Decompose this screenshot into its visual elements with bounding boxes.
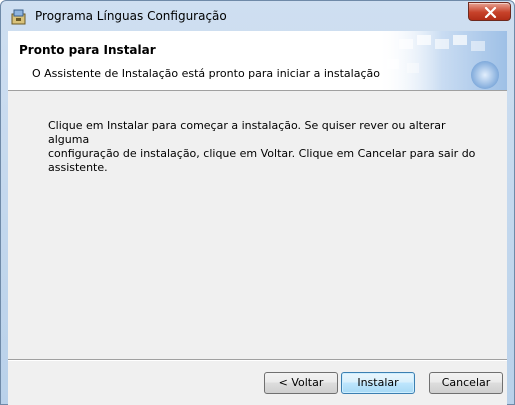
window-title: Programa Línguas Configuração [35, 9, 227, 23]
page-subtitle: O Assistente de Instalação está pronto p… [32, 67, 380, 80]
instructions-text: Clique em Instalar para começar a instal… [48, 119, 488, 175]
close-button[interactable] [468, 2, 511, 21]
banner-decoration-graphic [377, 31, 507, 90]
installer-window: Programa Línguas Configuração Pronto par… [0, 0, 515, 405]
back-button[interactable]: < Voltar [264, 372, 338, 394]
dialog-client-area: Pronto para Instalar O Assistente de Ins… [8, 31, 507, 405]
title-bar[interactable]: Programa Línguas Configuração [1, 1, 514, 31]
installer-app-icon [10, 8, 27, 25]
instructions-line-1: Clique em Instalar para começar a instal… [48, 119, 446, 146]
install-button[interactable]: Instalar [341, 372, 415, 394]
instructions-line-2: configuração de instalação, clique em Vo… [48, 147, 476, 174]
cancel-button[interactable]: Cancelar [429, 372, 503, 394]
header-banner: Pronto para Instalar O Assistente de Ins… [8, 31, 507, 91]
close-icon [484, 7, 497, 18]
footer-divider [8, 359, 507, 361]
page-title: Pronto para Instalar [19, 43, 156, 57]
